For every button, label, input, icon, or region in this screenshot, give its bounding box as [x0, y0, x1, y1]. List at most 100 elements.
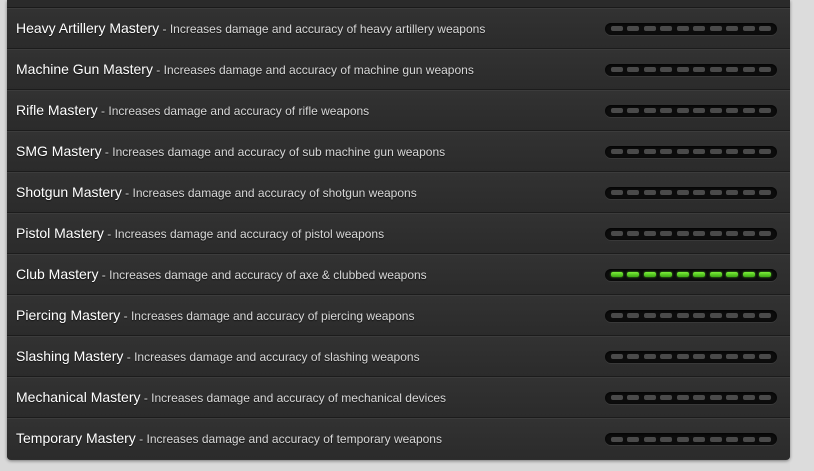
- mastery-row[interactable]: Machine Gun Mastery - Increases damage a…: [7, 49, 790, 90]
- level-segment-empty: [660, 231, 673, 236]
- mastery-panel: Heavy Artillery Mastery - Increases dama…: [7, 0, 790, 460]
- mastery-description: Increases damage and accuracy of slashin…: [134, 349, 420, 364]
- level-segment-empty: [709, 67, 722, 72]
- mastery-row[interactable]: Shotgun Mastery - Increases damage and a…: [7, 172, 790, 213]
- level-segment-empty: [643, 231, 656, 236]
- mastery-row[interactable]: Slashing Mastery - Increases damage and …: [7, 336, 790, 377]
- mastery-separator: -: [98, 267, 110, 282]
- level-segment-empty: [627, 108, 640, 113]
- mastery-row[interactable]: Pistol Mastery - Increases damage and ac…: [7, 213, 790, 254]
- level-segment-empty: [627, 436, 640, 442]
- mastery-text: Temporary Mastery - Increases damage and…: [16, 430, 442, 448]
- mastery-name: Shotgun Mastery: [16, 183, 122, 200]
- level-segment-empty: [693, 149, 706, 154]
- mastery-row[interactable]: Club Mastery - Increases damage and accu…: [7, 254, 790, 295]
- level-segment-empty: [742, 436, 755, 442]
- mastery-row[interactable]: Rifle Mastery - Increases damage and acc…: [7, 90, 790, 131]
- level-segment-empty: [611, 313, 623, 318]
- level-segment-empty: [660, 354, 673, 359]
- level-segment-filled: [726, 272, 739, 277]
- mastery-row[interactable]: SMG Mastery - Increases damage and accur…: [7, 131, 790, 172]
- level-segment-empty: [611, 26, 623, 31]
- mastery-text: SMG Mastery - Increases damage and accur…: [16, 143, 445, 161]
- mastery-text: Heavy Artillery Mastery - Increases dama…: [16, 20, 485, 38]
- level-segment-empty: [643, 149, 656, 154]
- mastery-level-bar: [605, 227, 777, 240]
- level-segment-empty: [742, 354, 755, 359]
- mastery-name: Temporary Mastery: [16, 430, 136, 446]
- level-segment-empty: [611, 108, 623, 113]
- mastery-name: Mechanical Mastery: [16, 388, 141, 405]
- level-segment-filled: [693, 272, 706, 277]
- level-segment-filled: [643, 272, 656, 277]
- mastery-text: Slashing Mastery - Increases damage and …: [16, 348, 420, 366]
- mastery-separator: -: [97, 103, 109, 118]
- mastery-description: Increases damage and accuracy of shotgun…: [132, 185, 417, 200]
- level-segment-filled: [627, 272, 640, 277]
- mastery-row[interactable]: Heavy Artillery Mastery - Increases dama…: [7, 8, 790, 49]
- level-segment-empty: [693, 395, 706, 400]
- mastery-description: Increases damage and accuracy of piercin…: [130, 308, 415, 323]
- level-segment-empty: [742, 395, 755, 400]
- level-segment-empty: [693, 436, 706, 442]
- mastery-separator: -: [123, 349, 135, 364]
- level-segment-empty: [643, 436, 656, 442]
- level-segment-empty: [758, 190, 771, 195]
- mastery-text: Shotgun Mastery - Increases damage and a…: [16, 184, 417, 202]
- level-segment-empty: [709, 231, 722, 236]
- mastery-description: Increases damage and accuracy of sub mac…: [112, 144, 446, 159]
- mastery-description: Increases damage and accuracy of rifle w…: [108, 103, 370, 118]
- level-segment-empty: [758, 436, 771, 442]
- level-segment-empty: [643, 26, 656, 31]
- level-segment-empty: [611, 67, 623, 72]
- level-segment-empty: [627, 26, 640, 31]
- level-segment-empty: [676, 395, 689, 400]
- level-segment-empty: [726, 231, 739, 236]
- level-segment-empty: [758, 26, 771, 31]
- level-segment-empty: [726, 67, 739, 72]
- level-segment-empty: [611, 436, 623, 442]
- mastery-row[interactable]: Temporary Mastery - Increases damage and…: [7, 418, 790, 459]
- mastery-separator: -: [152, 62, 164, 77]
- level-segment-empty: [709, 313, 722, 318]
- level-segment-empty: [742, 149, 755, 154]
- mastery-name: Club Mastery: [16, 265, 99, 282]
- level-segment-empty: [660, 149, 673, 154]
- level-segment-empty: [660, 67, 673, 72]
- level-segment-empty: [693, 190, 706, 195]
- level-segment-empty: [676, 26, 689, 31]
- mastery-name: Piercing Mastery: [16, 306, 121, 323]
- level-segment-empty: [643, 108, 656, 113]
- level-segment-empty: [693, 26, 706, 31]
- mastery-text: Piercing Mastery - Increases damage and …: [16, 307, 414, 325]
- level-segment-empty: [758, 149, 771, 154]
- level-segment-empty: [611, 149, 623, 154]
- mastery-text: Club Mastery - Increases damage and accu…: [16, 266, 427, 284]
- mastery-list: Heavy Artillery Mastery - Increases dama…: [7, 8, 790, 459]
- page-background: [790, 0, 814, 471]
- mastery-name: Machine Gun Mastery: [16, 60, 153, 77]
- level-segment-empty: [709, 108, 722, 113]
- level-segment-empty: [758, 67, 771, 72]
- level-segment-empty: [676, 436, 689, 442]
- level-segment-empty: [709, 354, 722, 359]
- level-segment-empty: [726, 26, 739, 31]
- level-segment-empty: [726, 313, 739, 318]
- level-segment-empty: [758, 395, 771, 400]
- level-segment-empty: [742, 313, 755, 318]
- mastery-level-bar: [605, 186, 777, 199]
- level-segment-empty: [660, 313, 673, 318]
- level-segment-empty: [693, 231, 706, 236]
- mastery-name: SMG Mastery: [16, 142, 102, 159]
- mastery-row[interactable]: Mechanical Mastery - Increases damage an…: [7, 377, 790, 418]
- level-segment-empty: [726, 436, 739, 442]
- mastery-level-bar: [605, 63, 777, 76]
- level-segment-empty: [693, 108, 706, 113]
- mastery-level-bar: [605, 104, 777, 117]
- mastery-level-bar: [605, 268, 777, 281]
- level-segment-empty: [726, 190, 739, 195]
- mastery-row[interactable]: Piercing Mastery - Increases damage and …: [7, 295, 790, 336]
- mastery-description: Increases damage and accuracy of tempora…: [146, 432, 442, 446]
- level-segment-empty: [627, 395, 640, 400]
- level-segment-empty: [643, 313, 656, 318]
